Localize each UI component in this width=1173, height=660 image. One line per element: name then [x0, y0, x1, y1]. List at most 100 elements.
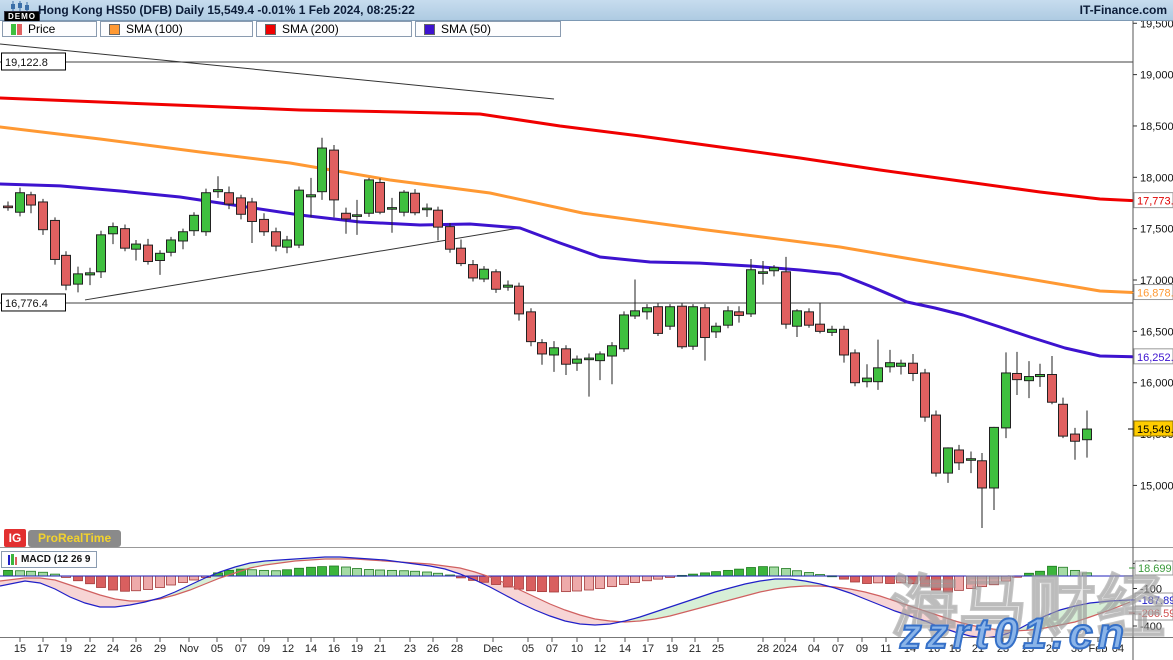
- price-tag: 16,878..: [1128, 285, 1173, 300]
- title-bar: DEMO Hong Kong HS50 (DFB) Daily 15,549.4…: [0, 0, 1173, 21]
- svg-text:16,776.4: 16,776.4: [5, 298, 48, 310]
- tab-sma50[interactable]: SMA (50): [415, 21, 561, 37]
- macd-histogram-bar: [805, 573, 814, 577]
- chart-canvas[interactable]: 19,122.816,776.419,50019,00018,50018,000…: [0, 0, 1173, 660]
- macd-histogram-bar: [283, 570, 292, 576]
- candle: [678, 303, 687, 349]
- macd-histogram-bar: [97, 576, 106, 588]
- candle: [527, 308, 536, 346]
- svg-text:07: 07: [832, 643, 844, 655]
- svg-text:23: 23: [404, 643, 416, 655]
- svg-text:17: 17: [37, 643, 49, 655]
- svg-text:28: 28: [757, 643, 769, 655]
- svg-text:19: 19: [60, 643, 72, 655]
- svg-text:2024: 2024: [773, 643, 797, 655]
- svg-text:18,000: 18,000: [1140, 172, 1173, 184]
- macd-histogram-bar: [863, 576, 872, 584]
- macd-histogram-bar: [109, 576, 118, 590]
- svg-text:15,000: 15,000: [1140, 480, 1173, 492]
- svg-text:30: 30: [1071, 643, 1083, 655]
- macd-histogram-bar: [620, 576, 629, 585]
- svg-text:17,500: 17,500: [1140, 224, 1173, 236]
- macd-histogram-bar: [144, 576, 153, 590]
- svg-text:17,773..: 17,773..: [1137, 196, 1173, 208]
- brand-link[interactable]: IT-Finance.com: [1080, 3, 1167, 17]
- svg-text:21: 21: [374, 643, 386, 655]
- tab-price[interactable]: Price: [2, 21, 97, 37]
- candle: [39, 199, 48, 235]
- candle: [400, 190, 409, 216]
- macd-histogram-bar: [747, 568, 756, 577]
- svg-text:14: 14: [305, 643, 317, 655]
- macd-histogram-bar: [4, 570, 13, 576]
- macd-histogram-bar: [944, 576, 953, 592]
- svg-text:16,252..: 16,252..: [1137, 352, 1173, 364]
- macd-histogram-bar: [990, 576, 999, 585]
- macd-histogram-bar: [1036, 571, 1045, 576]
- macd-histogram-bar: [400, 571, 409, 576]
- macd-histogram-bar: [74, 576, 83, 581]
- macd-histogram-bar: [921, 576, 930, 586]
- svg-text:15,549..: 15,549..: [1137, 424, 1173, 436]
- macd-histogram-bar: [156, 576, 165, 588]
- ig-logo: IG: [4, 529, 26, 547]
- svg-text:29: 29: [154, 643, 166, 655]
- level-label: 19,122.8: [2, 53, 66, 70]
- page-title: Hong Kong HS50 (DFB) Daily 15,549.4 -0.0…: [38, 3, 415, 17]
- macd-histogram-bar: [851, 576, 860, 582]
- svg-text:21: 21: [689, 643, 701, 655]
- macd-histogram-bar: [16, 571, 25, 576]
- price-tag: 17,773..: [1128, 193, 1173, 208]
- candle: [446, 223, 455, 253]
- svg-text:-206.59: -206.59: [1138, 608, 1173, 620]
- macd-histogram-bar: [596, 576, 605, 589]
- chart-background: [0, 20, 1173, 660]
- svg-text:19: 19: [351, 643, 363, 655]
- svg-text:25: 25: [712, 643, 724, 655]
- tab-price-label: Price: [28, 22, 55, 36]
- price-series-icon: [11, 24, 22, 35]
- macd-histogram-bar: [132, 576, 141, 591]
- svg-text:22: 22: [84, 643, 96, 655]
- macd-value-tag: -187.89: [1129, 593, 1173, 607]
- macd-histogram-bar: [295, 568, 304, 576]
- macd-histogram-bar: [874, 576, 883, 583]
- macd-value-tag: 18.699: [1129, 561, 1173, 575]
- macd-histogram-bar: [86, 576, 95, 584]
- macd-histogram-bar: [550, 576, 559, 592]
- price-tag: 15,549..: [1128, 421, 1173, 436]
- macd-histogram-bar: [411, 571, 420, 576]
- tab-sma100-label: SMA (100): [126, 22, 183, 36]
- level-label: 16,776.4: [2, 294, 66, 311]
- macd-histogram-bar: [480, 576, 489, 582]
- candle: [411, 189, 420, 215]
- candle: [365, 178, 374, 217]
- macd-histogram-bar: [759, 567, 768, 576]
- macd-histogram-bar: [365, 570, 374, 577]
- macd-histogram-bar: [527, 576, 536, 591]
- svg-text:26: 26: [130, 643, 142, 655]
- tab-sma200[interactable]: SMA (200): [256, 21, 412, 37]
- candle: [51, 217, 60, 264]
- macd-legend-chip[interactable]: MACD (12 26 9: [1, 551, 97, 568]
- macd-histogram-bar: [190, 576, 199, 580]
- svg-text:-400: -400: [1140, 621, 1162, 633]
- macd-histogram-bar: [179, 576, 188, 583]
- sma100-swatch-icon: [109, 24, 120, 35]
- price-tag: 16,252..: [1128, 349, 1173, 364]
- svg-text:05: 05: [211, 643, 223, 655]
- macd-histogram-bar: [318, 567, 327, 576]
- macd-histogram-bar: [735, 569, 744, 576]
- macd-histogram-bar: [342, 567, 351, 576]
- macd-histogram-bar: [39, 572, 48, 576]
- macd-histogram-bar: [1071, 570, 1080, 576]
- svg-text:05: 05: [522, 643, 534, 655]
- svg-text:25: 25: [1022, 643, 1034, 655]
- macd-histogram-bar: [955, 576, 964, 590]
- svg-text:18: 18: [949, 643, 961, 655]
- svg-text:16: 16: [328, 643, 340, 655]
- macd-histogram-bar: [423, 572, 432, 576]
- macd-histogram-bar: [793, 571, 802, 576]
- svg-text:Nov: Nov: [179, 643, 199, 655]
- tab-sma100[interactable]: SMA (100): [100, 21, 253, 37]
